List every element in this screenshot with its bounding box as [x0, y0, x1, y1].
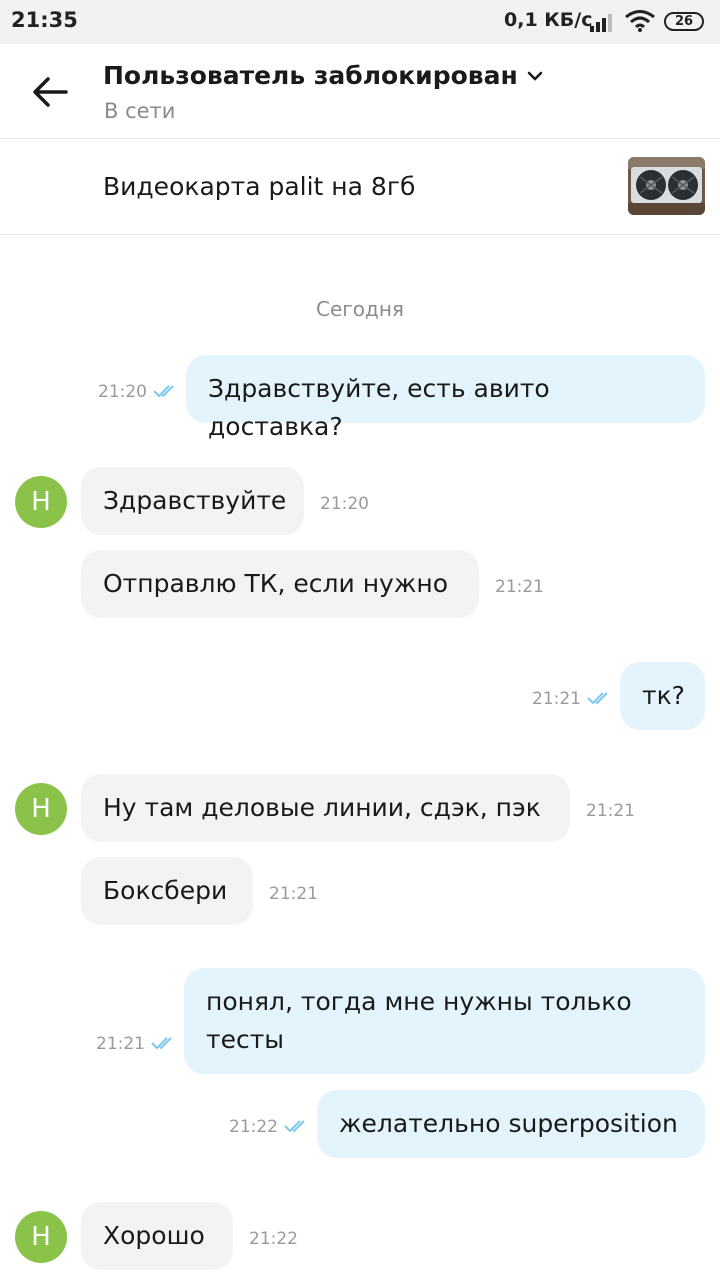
double-check-icon: [151, 1037, 172, 1050]
message-text: Здравствуйте, есть авито доставка?: [208, 374, 550, 441]
message-text: Ну там деловые линии, сдэк, пэк: [103, 793, 541, 822]
message-time: 21:21: [96, 1034, 145, 1054]
message-time: 21:20: [98, 382, 147, 402]
double-check-icon: [153, 385, 174, 398]
network-speed: 0,1 КБ/с: [504, 9, 593, 31]
battery-icon: 26: [664, 12, 704, 31]
message-time: 21:22: [249, 1229, 298, 1249]
contact-name-dropdown[interactable]: Пользователь заблокирован: [103, 61, 544, 90]
contact-avatar[interactable]: Н: [15, 476, 67, 528]
graphics-card-thumbnail: [628, 157, 705, 215]
chat-header: Пользователь заблокирован В сети: [0, 44, 720, 139]
message-text: Боксбери: [103, 876, 228, 905]
listing-banner[interactable]: Видеокарта palit на 8гб: [0, 139, 720, 235]
message-bubble-outgoing[interactable]: понял, тогда мне нужны только тесты: [184, 968, 705, 1074]
double-check-icon: [284, 1120, 305, 1133]
message-bubble-outgoing[interactable]: тк?: [620, 662, 705, 730]
signal-icon: [590, 14, 612, 32]
message-text: желательно superposition: [339, 1109, 678, 1138]
message-bubble-outgoing[interactable]: желательно superposition: [317, 1090, 705, 1158]
message-bubble-outgoing[interactable]: Здравствуйте, есть авито доставка?: [186, 355, 705, 441]
listing-title: Видеокарта palit на 8гб: [103, 172, 416, 201]
avatar-letter: Н: [31, 487, 51, 517]
message-time: 21:21: [586, 801, 635, 821]
message-time: 21:21: [495, 577, 544, 597]
date-divider: Сегодня: [316, 297, 404, 321]
status-time: 21:35: [11, 8, 78, 32]
wifi-icon: [625, 10, 655, 32]
chat-screen: 21:35 0,1 КБ/с 26 Пользователь заблокиро…: [0, 0, 720, 1280]
message-bubble-incoming[interactable]: Боксбери: [81, 857, 253, 925]
message-text: Хорошо: [103, 1221, 205, 1250]
message-text: Здравствуйте: [103, 486, 287, 515]
message-bubble-incoming[interactable]: Здравствуйте: [81, 467, 304, 535]
message-time: 21:21: [269, 884, 318, 904]
avatar-letter: Н: [31, 794, 51, 824]
message-bubble-incoming[interactable]: Ну там деловые линии, сдэк, пэк: [81, 774, 570, 842]
contact-online-status: В сети: [104, 99, 176, 123]
message-text: понял, тогда мне нужны только тесты: [206, 987, 632, 1054]
message-text: Отправлю ТК, если нужно: [103, 569, 448, 598]
message-text: тк?: [642, 681, 685, 710]
back-arrow-icon[interactable]: [30, 74, 70, 110]
battery-level: 26: [674, 14, 694, 29]
double-check-icon: [587, 692, 608, 705]
status-bar: 21:35 0,1 КБ/с 26: [0, 0, 720, 44]
contact-avatar[interactable]: Н: [15, 1211, 67, 1263]
contact-avatar[interactable]: Н: [15, 783, 67, 835]
message-bubble-incoming[interactable]: Отправлю ТК, если нужно: [81, 550, 479, 618]
chevron-down-icon: [527, 71, 542, 81]
message-time: 21:20: [320, 494, 369, 514]
message-time: 21:22: [229, 1117, 278, 1137]
avatar-letter: Н: [31, 1222, 51, 1252]
contact-name: Пользователь заблокирован: [103, 61, 518, 90]
message-bubble-incoming[interactable]: Хорошо: [81, 1202, 233, 1270]
message-time: 21:21: [532, 689, 581, 709]
